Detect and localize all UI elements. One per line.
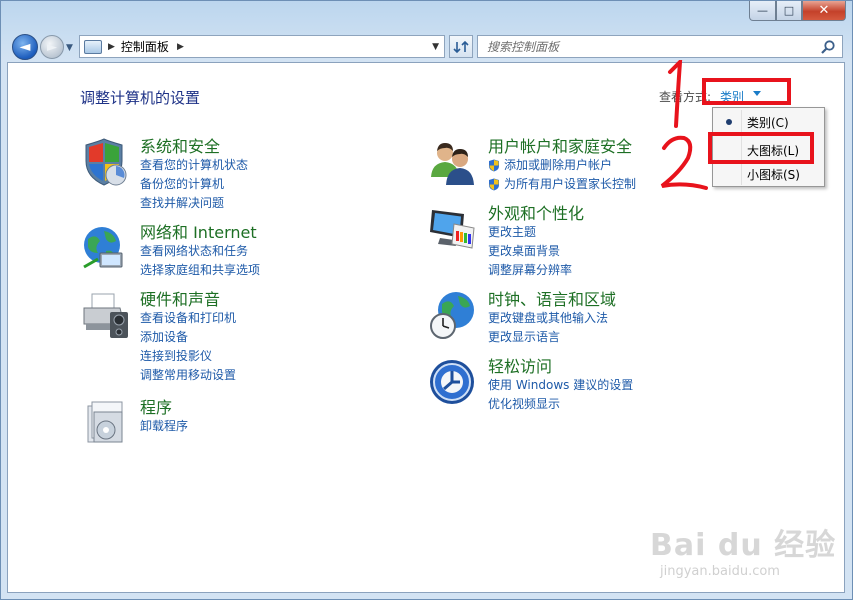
page-title: 调整计算机的设置: [80, 89, 201, 107]
monitor-palette-icon: [430, 210, 475, 249]
uac-shield-icon: [489, 178, 499, 191]
address-dropdown-icon[interactable]: ▼: [432, 42, 439, 52]
category-link[interactable]: 优化视频显示: [488, 395, 633, 414]
breadcrumb-separator[interactable]: ▶: [108, 42, 115, 52]
network-globe-icon: [83, 227, 123, 269]
refresh-button[interactable]: [449, 35, 473, 58]
category-link[interactable]: 使用 Windows 建议的设置: [488, 376, 633, 395]
close-button[interactable]: ✕: [802, 1, 846, 21]
watermark-logo: Bai du 经验: [650, 528, 837, 563]
back-button[interactable]: ◄: [12, 34, 38, 60]
programs-icon: [87, 401, 123, 443]
users-icon: [431, 143, 474, 185]
printer-icon: [83, 293, 128, 338]
category-link[interactable]: 查找并解决问题: [140, 194, 248, 213]
category-link[interactable]: 更改主题: [488, 223, 584, 242]
category-link[interactable]: 更改键盘或其他输入法: [488, 309, 616, 328]
minimize-button[interactable]: —: [749, 1, 776, 21]
control-panel-icon: [84, 39, 102, 54]
category-link[interactable]: 选择家庭组和共享选项: [140, 261, 260, 280]
category-hardware-sound: 硬件和声音 查看设备和打印机 添加设备 连接到投影仪 调整常用移动设置: [80, 290, 236, 385]
search-icon[interactable]: [820, 39, 836, 55]
category-programs: 程序 卸载程序: [80, 398, 188, 448]
category-title[interactable]: 程序: [140, 398, 188, 417]
search-box[interactable]: [477, 35, 843, 58]
category-appearance: 外观和个性化 更改主题 更改桌面背景 调整屏幕分辨率: [428, 204, 584, 280]
category-clock-language: 时钟、语言和区域 更改键盘或其他输入法 更改显示语言: [428, 290, 616, 347]
category-link[interactable]: 查看您的计算机状态: [140, 156, 248, 175]
watermark: Bai du 经验 jingyan.baidu.com: [650, 520, 836, 579]
menu-item-category[interactable]: 类别(C): [714, 110, 824, 134]
category-user-accounts: 用户帐户和家庭安全 添加或删除用户帐户 为所有用户设置家长控制: [428, 137, 636, 194]
caption-buttons: — □ ✕: [749, 1, 846, 21]
category-title[interactable]: 系统和安全: [140, 137, 248, 156]
clock-globe-icon: [430, 292, 474, 339]
back-arrow-icon: ◄: [19, 39, 31, 55]
breadcrumb-separator[interactable]: ▶: [177, 42, 184, 52]
menu-item-label: 小图标(S): [747, 167, 800, 182]
recent-pages-dropdown[interactable]: ▼: [66, 43, 73, 53]
annotation-number-2: [660, 135, 708, 190]
category-link[interactable]: 添加或删除用户帐户: [488, 156, 636, 175]
category-title[interactable]: 网络和 Internet: [140, 223, 260, 242]
annotation-box-large-icons: [708, 132, 814, 164]
forward-button[interactable]: ►: [40, 35, 64, 59]
category-link[interactable]: 更改桌面背景: [488, 242, 584, 261]
refresh-icon: [453, 40, 469, 53]
category-link[interactable]: 为所有用户设置家长控制: [488, 175, 636, 194]
category-link[interactable]: 卸载程序: [140, 417, 188, 436]
forward-arrow-icon: ►: [47, 39, 57, 55]
category-ease-of-access: 轻松访问 使用 Windows 建议的设置 优化视频显示: [428, 357, 633, 414]
selected-bullet-icon: [726, 119, 732, 125]
search-input[interactable]: [487, 39, 807, 54]
category-title[interactable]: 时钟、语言和区域: [488, 290, 616, 309]
category-link[interactable]: 查看网络状态和任务: [140, 242, 260, 261]
shield-icon: [85, 138, 127, 186]
category-link[interactable]: 更改显示语言: [488, 328, 616, 347]
annotation-number-1: [668, 60, 683, 128]
category-title[interactable]: 轻松访问: [488, 357, 633, 376]
category-system-security: 系统和安全 查看您的计算机状态 备份您的计算机 查找并解决问题: [80, 137, 248, 213]
category-link[interactable]: 查看设备和打印机: [140, 309, 236, 328]
breadcrumb-control-panel[interactable]: 控制面板: [121, 38, 169, 55]
category-link[interactable]: 调整屏幕分辨率: [488, 261, 584, 280]
accessibility-icon: [430, 360, 474, 404]
category-link[interactable]: 调整常用移动设置: [140, 366, 236, 385]
address-bar[interactable]: ▶ 控制面板 ▶ ▼: [79, 35, 445, 58]
category-link[interactable]: 备份您的计算机: [140, 175, 248, 194]
category-title[interactable]: 硬件和声音: [140, 290, 236, 309]
watermark-url: jingyan.baidu.com: [660, 564, 780, 579]
category-link[interactable]: 添加设备: [140, 328, 236, 347]
category-link-text[interactable]: 添加或删除用户帐户: [504, 156, 612, 175]
menu-item-label: 类别(C): [747, 115, 789, 130]
maximize-button[interactable]: □: [776, 1, 802, 21]
category-title[interactable]: 用户帐户和家庭安全: [488, 137, 636, 156]
category-network: 网络和 Internet 查看网络状态和任务 选择家庭组和共享选项: [80, 223, 260, 280]
menu-item-small-icons[interactable]: 小图标(S): [714, 162, 824, 186]
category-link[interactable]: 连接到投影仪: [140, 347, 236, 366]
annotation-box-view-by: [702, 78, 791, 105]
category-link-text[interactable]: 为所有用户设置家长控制: [504, 175, 636, 194]
category-title[interactable]: 外观和个性化: [488, 204, 584, 223]
uac-shield-icon: [489, 159, 499, 172]
